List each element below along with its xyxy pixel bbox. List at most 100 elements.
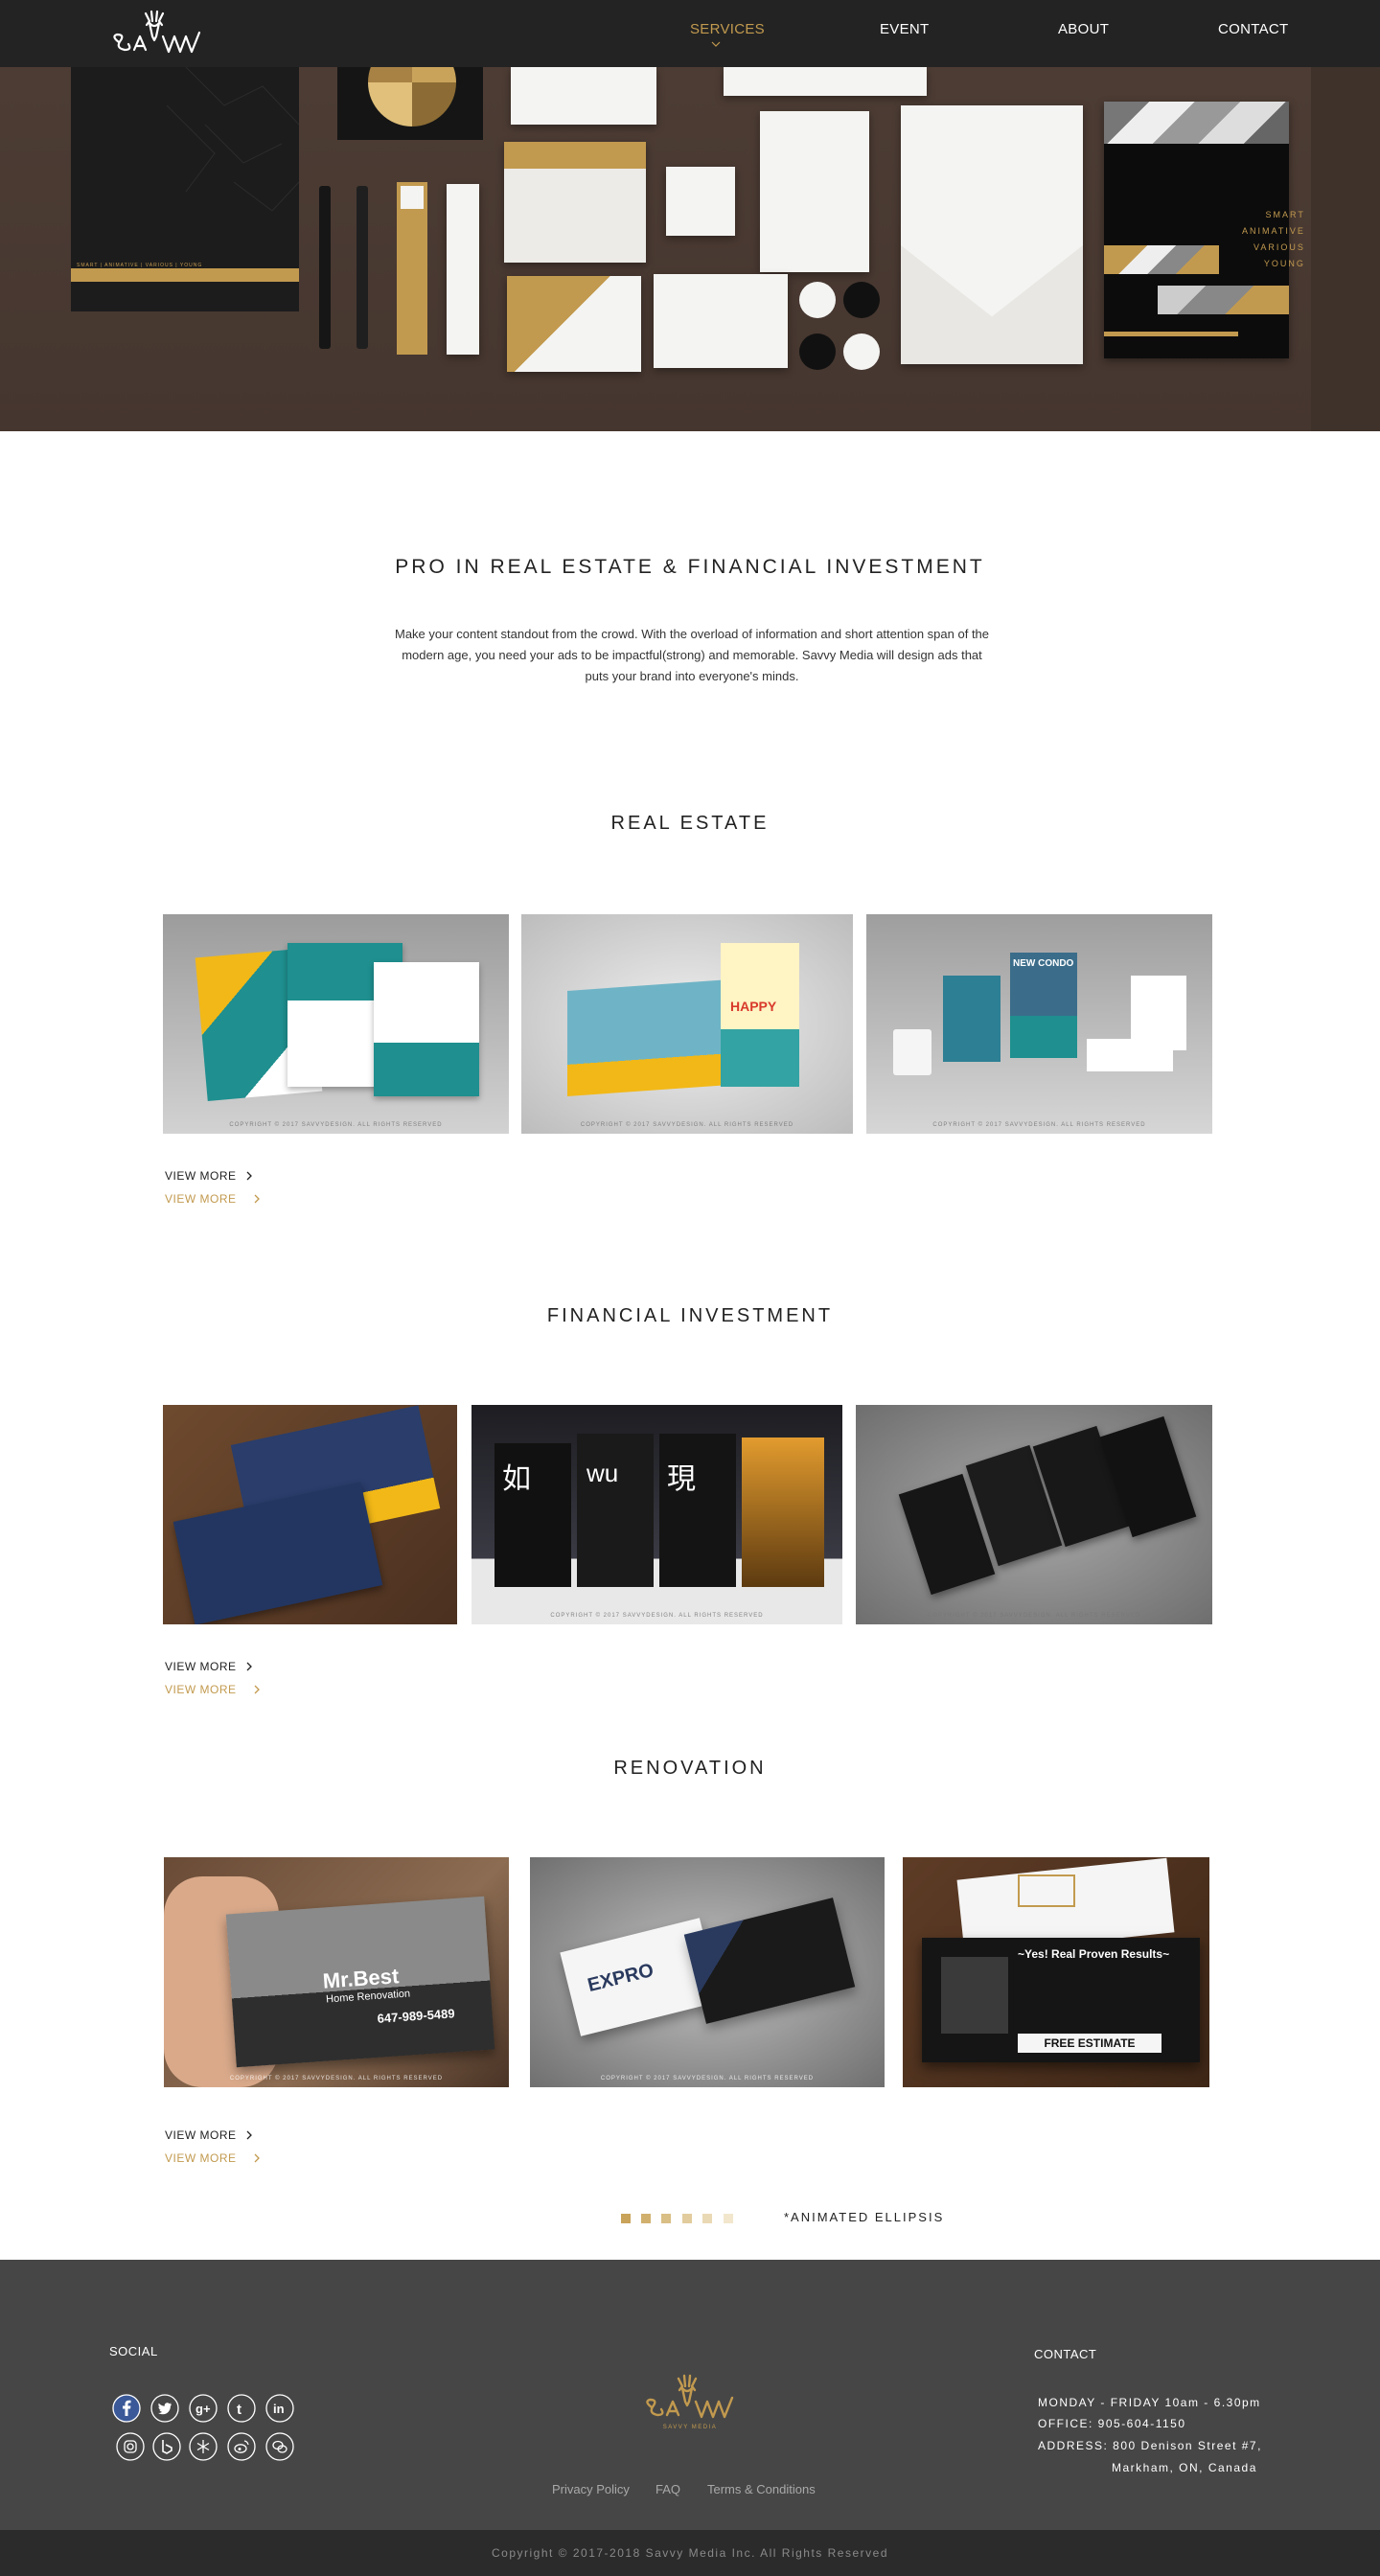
flyer-mockup: [172, 1482, 383, 1624]
black-pen: [319, 186, 331, 349]
notecard: [666, 167, 735, 236]
letterhead-sheet: [724, 67, 927, 96]
portfolio-card-thank-you-card[interactable]: HAPPY COPYRIGHT © 2017 SAVVYDESIGN. ALL …: [521, 914, 853, 1134]
intro-text: Make your content standout from the crow…: [395, 627, 990, 683]
contact-address-city: Markham, ON, Canada: [1112, 2461, 1257, 2474]
linkedin-icon[interactable]: in: [265, 2394, 294, 2423]
social-label: SOCIAL: [109, 2344, 158, 2358]
card-caption: COPYRIGHT © 2017 SAVVYDESIGN. ALL RIGHTS…: [927, 1613, 1141, 1619]
chinese-headline: 現: [667, 1462, 696, 1496]
card-brand: EXPRO: [586, 1959, 656, 1997]
view-more-label: VIEW MORE: [165, 1192, 237, 1206]
tumblr-icon[interactable]: t: [227, 2394, 256, 2423]
chevron-right-icon: [254, 2153, 260, 2163]
ellipsis-dot: [702, 2214, 712, 2223]
section-title-real-estate: REAL ESTATE: [610, 813, 770, 834]
ellipsis-dot: [724, 2214, 733, 2223]
terms-link[interactable]: Terms & Conditions: [707, 2482, 816, 2496]
view-more-link-financial-investment-hover[interactable]: VIEW MORE: [165, 1683, 262, 1696]
booklet-pattern: [1158, 286, 1289, 314]
card-caption: COPYRIGHT © 2017 SAVVYDESIGN. ALL RIGHTS…: [600, 2076, 815, 2082]
hero-stationery-mockup: SMART | ANIMATIVE | VARIOUS | YOUNG SMAR…: [0, 67, 1380, 431]
facebook-icon[interactable]: [112, 2394, 141, 2423]
table-card-mockup: [577, 1434, 654, 1587]
card-caption: COPYRIGHT © 2017 SAVVYDESIGN. ALL RIGHTS…: [229, 2076, 444, 2082]
card-caption: COPYRIGHT © 2017 SAVVYDESIGN. ALL RIGHTS…: [229, 1122, 443, 1128]
animated-ellipsis-label: *ANIMATED ELLIPSIS: [784, 2210, 945, 2224]
envelope-flap: [504, 142, 646, 169]
folder-gold-band: [71, 268, 299, 282]
brochure-mockup: [374, 962, 479, 1096]
view-more-link-renovation[interactable]: VIEW MORE: [165, 2128, 254, 2142]
round-sticker: [799, 334, 836, 370]
chevron-right-icon: [246, 1662, 252, 1671]
privacy-policy-link[interactable]: Privacy Policy: [552, 2482, 630, 2496]
ellipsis-dot: [661, 2214, 671, 2223]
happy-label: HAPPY: [730, 999, 777, 1014]
mug-mockup: [893, 1029, 932, 1075]
view-more-label: VIEW MORE: [165, 1169, 237, 1183]
view-more-label: VIEW MORE: [165, 2128, 237, 2142]
chevron-right-icon: [254, 1685, 260, 1694]
card-phone: 647-989-5489: [377, 2006, 456, 2026]
nav-services[interactable]: SERVICES: [690, 21, 765, 37]
portfolio-card-black-business-cards[interactable]: COPYRIGHT © 2017 SAVVYDESIGN. ALL RIGHTS…: [856, 1405, 1212, 1624]
agent-photo: [941, 1957, 1008, 2034]
free-estimate-badge: FREE ESTIMATE: [1018, 2034, 1162, 2053]
view-more-label: VIEW MORE: [165, 1683, 237, 1696]
geometric-pattern: [166, 67, 300, 212]
chinese-headline: 如: [502, 1462, 531, 1496]
wechat-icon[interactable]: [265, 2432, 294, 2461]
top-nav: SERVICES EVENT ABOUT CONTACT: [0, 0, 1380, 67]
twitter-icon[interactable]: [150, 2394, 179, 2423]
portfolio-card-mr-best[interactable]: Mr.Best Home Renovation 647-989-5489 COP…: [164, 1857, 509, 2087]
google-plus-icon[interactable]: g+: [189, 2394, 218, 2423]
view-more-link-real-estate[interactable]: VIEW MORE: [165, 1169, 254, 1183]
view-more-link-real-estate-hover[interactable]: VIEW MORE: [165, 1192, 262, 1206]
savvy-logo[interactable]: [107, 8, 207, 56]
keyword: ANIMATIVE: [1242, 226, 1305, 236]
portfolio-card-new-condo[interactable]: NEW CONDO COPYRIGHT © 2017 SAVVYDESIGN. …: [866, 914, 1212, 1134]
portfolio-card-chinese-table-cards[interactable]: 如 wu 現 COPYRIGHT © 2017 SAVVYDESIGN. ALL…: [472, 1405, 842, 1624]
chevron-down-icon: [711, 41, 721, 47]
view-more-link-renovation-hover[interactable]: VIEW MORE: [165, 2151, 262, 2165]
keyword: VARIOUS: [1254, 242, 1305, 252]
table-card-mockup: [742, 1438, 824, 1587]
faq-link[interactable]: FAQ: [656, 2482, 680, 2496]
bing-icon[interactable]: [152, 2432, 181, 2461]
instagram-icon[interactable]: [116, 2432, 145, 2461]
shd-logo: [1018, 1874, 1075, 1907]
booklet-pattern: [1104, 245, 1219, 274]
svg-text:t: t: [237, 2402, 242, 2418]
white-bookmark: [447, 184, 479, 355]
nav-contact[interactable]: CONTACT: [1218, 21, 1288, 37]
letterhead-mockup: [1131, 976, 1186, 1050]
portfolio-card-expro[interactable]: EXPRO COPYRIGHT © 2017 SAVVYDESIGN. ALL …: [530, 1857, 885, 2087]
booklet-pattern: [1104, 102, 1289, 144]
ellipsis-dot: [641, 2214, 651, 2223]
section-title-renovation: RENOVATION: [613, 1758, 767, 1779]
contact-phone[interactable]: OFFICE: 905-604-1150: [1038, 2417, 1186, 2430]
contact-address: ADDRESS: 800 Denison Street #7,: [1038, 2439, 1262, 2452]
portfolio-card-shd[interactable]: ~Yes! Real Proven Results~ FREE ESTIMATE: [903, 1857, 1209, 2087]
weibo-icon[interactable]: [227, 2432, 256, 2461]
portfolio-card-financial-flyers[interactable]: [163, 1405, 457, 1624]
card-slogan: ~Yes! Real Proven Results~: [1018, 1947, 1170, 1961]
portfolio-card-real-estate-brochures[interactable]: COPYRIGHT © 2017 SAVVYDESIGN. ALL RIGHTS…: [163, 914, 509, 1134]
nav-about[interactable]: ABOUT: [1058, 21, 1109, 37]
view-more-label: VIEW MORE: [165, 1660, 237, 1673]
brand-keywords: SMART ANIMATIVE VARIOUS YOUNG: [1242, 207, 1305, 272]
ellipsis-dot: [621, 2214, 631, 2223]
svg-text:g+: g+: [196, 2402, 211, 2416]
snowflake-icon[interactable]: [189, 2432, 218, 2461]
ellipsis-dot: [682, 2214, 692, 2223]
footer-logo-subtitle: SAVVY MEDIA: [663, 2425, 718, 2430]
chevron-right-icon: [254, 1194, 260, 1204]
view-more-label: VIEW MORE: [165, 2151, 237, 2165]
chevron-right-icon: [246, 2130, 252, 2140]
flyer-mockup: [943, 976, 1000, 1062]
view-more-link-financial-investment[interactable]: VIEW MORE: [165, 1660, 254, 1673]
nav-event[interactable]: EVENT: [880, 21, 930, 37]
hero-edge: [1311, 67, 1380, 431]
footer-savvy-logo[interactable]: SAVVY MEDIA: [638, 2371, 742, 2432]
